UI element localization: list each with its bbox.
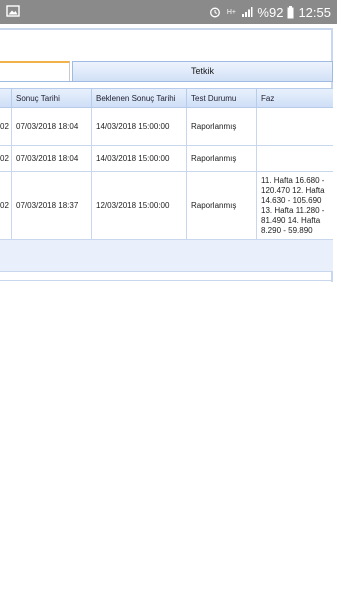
tab-tetkik[interactable]: Tetkik xyxy=(72,61,333,81)
cell-beklenen-sonuc-tarihi: 14/03/2018 15:00:00 xyxy=(92,146,187,171)
alarm-icon xyxy=(210,7,221,18)
cell-sonuc-tarihi: 07/03/2018 18:37 xyxy=(12,172,92,239)
cell-beklenen-sonuc-tarihi: 12/03/2018 15:00:00 xyxy=(92,172,187,239)
header-cell-cut xyxy=(0,89,12,108)
battery-icon xyxy=(287,5,294,18)
tab-tetkik-label: Tetkik xyxy=(190,66,214,76)
table-footer xyxy=(0,240,333,272)
cell-test-durumu: Raporlanmış xyxy=(187,108,257,145)
cell-faz: 11. Hafta 16.680 - 120.470 12. Hafta 14.… xyxy=(261,176,325,235)
cell-cut: 02 xyxy=(0,108,12,145)
cell-faz xyxy=(257,146,333,171)
tab-strip-underline xyxy=(0,81,333,82)
cell-test-durumu: Raporlanmış xyxy=(187,172,257,239)
cell-cut: 02 xyxy=(0,146,12,171)
header-beklenen-sonuc-tarihi[interactable]: Beklenen Sonuç Tarihi xyxy=(92,89,187,108)
cell-faz xyxy=(257,108,333,145)
page: H+ %92 12:55 Tetkik Sonuç Tarihi Beklene… xyxy=(0,0,337,600)
tab-active[interactable] xyxy=(0,61,70,81)
table-row[interactable]: 02 07/03/2018 18:04 14/03/2018 15:00:00 … xyxy=(0,146,333,172)
header-faz[interactable]: Faz xyxy=(257,89,333,108)
cell-sonuc-tarihi: 07/03/2018 18:04 xyxy=(12,108,92,145)
header-test-durumu[interactable]: Test Durumu xyxy=(187,89,257,108)
header-sonuc-tarihi[interactable]: Sonuç Tarihi xyxy=(12,89,92,108)
image-notification-icon xyxy=(6,5,20,17)
status-bar: H+ %92 12:55 xyxy=(0,0,337,24)
cell-test-durumu: Raporlanmış xyxy=(187,146,257,171)
clock: 12:55 xyxy=(298,4,331,20)
battery-percent: %92 xyxy=(257,4,284,20)
network-type-label: H+ xyxy=(226,8,236,16)
table-row[interactable]: 02 07/03/2018 18:37 12/03/2018 15:00:00 … xyxy=(0,172,333,240)
table-row[interactable]: 02 07/03/2018 18:04 14/03/2018 15:00:00 … xyxy=(0,108,333,146)
cell-sonuc-tarihi: 07/03/2018 18:04 xyxy=(12,146,92,171)
cell-beklenen-sonuc-tarihi: 14/03/2018 15:00:00 xyxy=(92,108,187,145)
panel-top-border xyxy=(0,28,333,30)
table-header: Sonuç Tarihi Beklenen Sonuç Tarihi Test … xyxy=(0,88,333,108)
signal-icon xyxy=(242,7,253,17)
cell-cut: 02 xyxy=(0,172,12,239)
status-bar-right: H+ %92 12:55 xyxy=(209,0,331,24)
panel-bottom-border xyxy=(0,280,333,281)
